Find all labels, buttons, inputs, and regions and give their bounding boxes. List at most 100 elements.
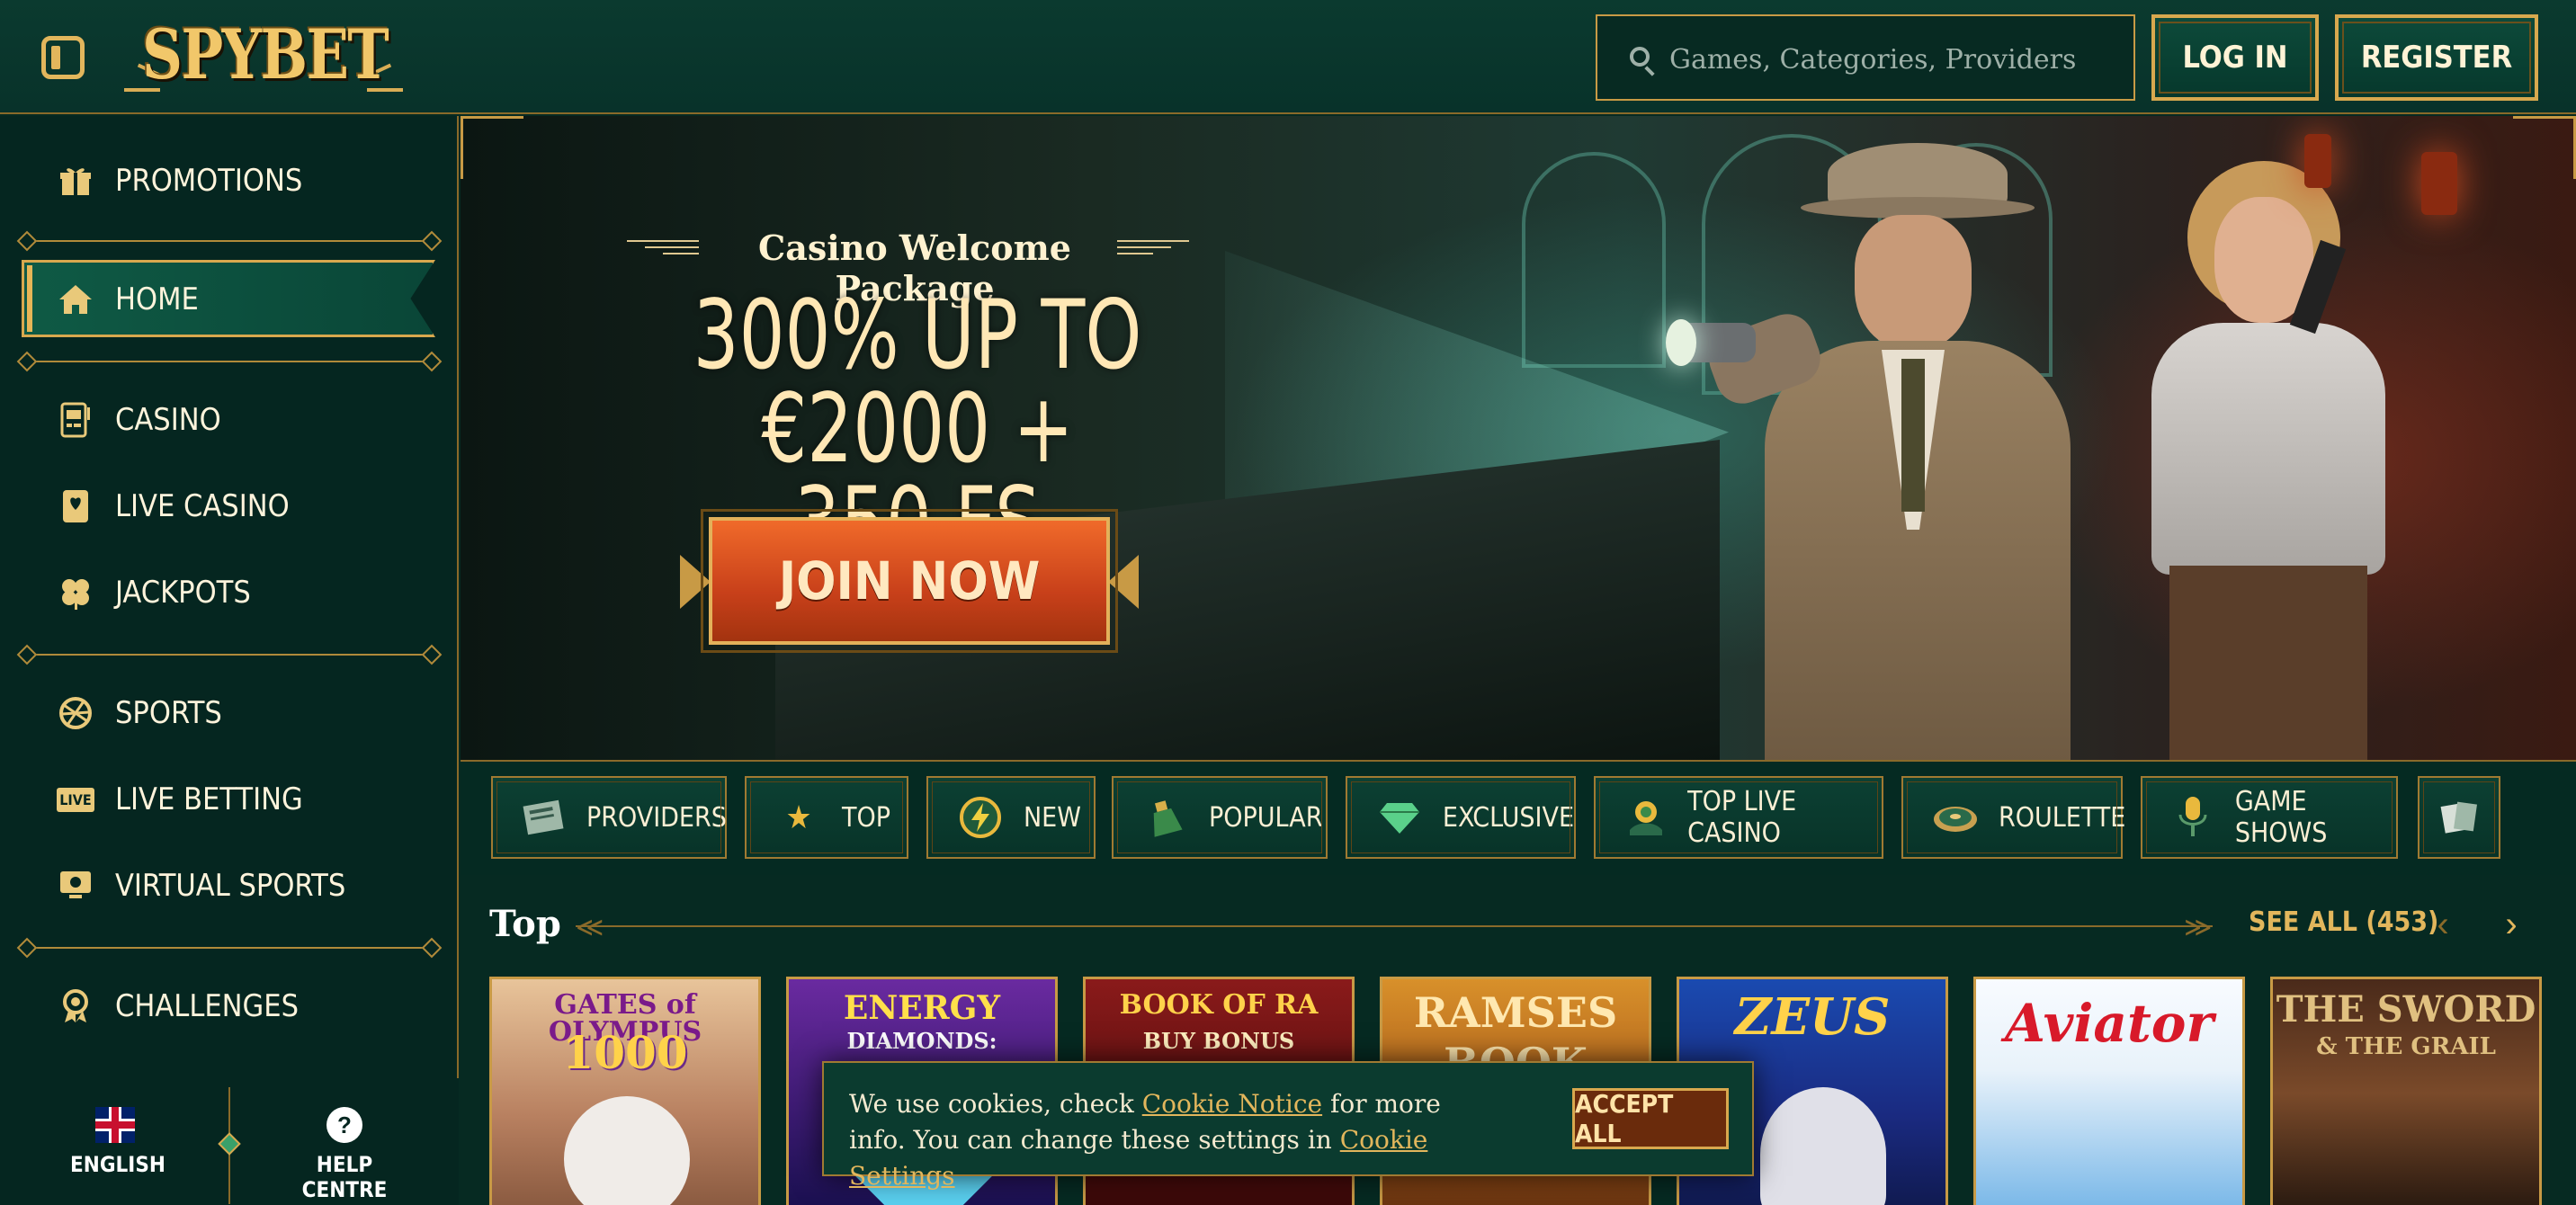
sidebar-item-sports[interactable]: SPORTS (58, 686, 222, 740)
badge-icon (58, 988, 94, 1024)
cookie-text-part: We use cookies, check (849, 1089, 1142, 1119)
lightning-icon (957, 794, 1004, 841)
category-roulette[interactable]: ROULETTE (1901, 776, 2125, 859)
help-label: HELP CENTRE (301, 1152, 388, 1202)
category-label: NEW (1024, 801, 1081, 834)
search-input[interactable] (1669, 34, 2119, 85)
sidebar-item-label: CHALLENGES (115, 988, 300, 1024)
corner-ornament (2513, 116, 2576, 179)
background-window (1522, 152, 1666, 368)
newspaper-icon (522, 794, 567, 841)
chip-hand-icon (1624, 794, 1668, 841)
category-bar: PROVIDERS ★ TOP NEW POPULAR EXCLUSIVE TO… (461, 763, 2576, 875)
sidebar-item-live-betting[interactable]: LIVE LIVE BETTING (57, 772, 303, 826)
category-label: POPULAR (1209, 801, 1323, 834)
sidebar-active-indicator (27, 265, 32, 332)
divider (25, 361, 434, 362)
subtitle-ornament-left (627, 240, 699, 258)
uk-flag-icon (95, 1107, 135, 1143)
category-label: EXCLUSIVE (1442, 801, 1574, 834)
game-title: ENERGY (843, 989, 1001, 1027)
sidebar-item-challenges[interactable]: CHALLENGES (58, 979, 299, 1033)
accept-all-button[interactable]: ACCEPT ALL (1572, 1088, 1729, 1149)
sidebar-item-label: PROMOTIONS (115, 163, 303, 199)
login-button[interactable]: LOG IN (2151, 14, 2319, 101)
game-title: ZEUS (1734, 987, 1891, 1047)
category-label: TOP LIVE CASINO (1687, 786, 1797, 849)
sidebar: PROMOTIONS HOME CASINO LIVE CASINO JACKP… (0, 116, 459, 1205)
hero-banner[interactable]: Casino Welcome Package 300% UP TO €2000 … (461, 116, 2576, 762)
sidebar-item-label: SPORTS (115, 695, 222, 731)
sidebar-item-label: HOME (115, 281, 199, 317)
category-popular[interactable]: POPULAR (1112, 776, 1328, 859)
game-subtitle: 1000 (562, 1026, 688, 1079)
clover-icon (58, 575, 94, 611)
divider (25, 654, 434, 656)
lamp-icon (2421, 152, 2457, 215)
star-icon: ★ (785, 799, 812, 836)
game-title: RAMSES (1413, 988, 1618, 1037)
category-top[interactable]: ★ TOP (745, 776, 908, 859)
cookie-notice-link[interactable]: Cookie Notice (1142, 1089, 1322, 1119)
gift-icon (58, 163, 94, 199)
gem-ornament-icon (218, 1132, 241, 1156)
section-title-top: Top (489, 903, 561, 945)
carousel-prev-icon[interactable]: ‹ (2427, 906, 2459, 942)
category-providers[interactable]: PROVIDERS (491, 776, 727, 859)
sidebar-item-home[interactable]: HOME (58, 272, 199, 326)
divider-arrow-right-icon: ≫ (2184, 913, 2213, 942)
sidebar-item-label: LIVE BETTING (115, 781, 303, 817)
game-tile[interactable]: Aviator (1973, 977, 2245, 1205)
search-box[interactable] (1596, 14, 2135, 101)
sidebar-item-live-casino[interactable]: LIVE CASINO (58, 479, 290, 533)
category-game-shows[interactable]: GAME SHOWS (2141, 776, 2398, 859)
search-icon (1630, 47, 1650, 67)
playing-card-icon (58, 488, 94, 524)
game-title: Aviator (2005, 993, 2214, 1054)
join-now-button[interactable]: JOIN NOW (701, 509, 1118, 653)
game-tile[interactable]: GATES of OLYMPUS 1000 (489, 977, 761, 1205)
sidebar-item-promotions[interactable]: PROMOTIONS (58, 154, 302, 208)
help-centre-link[interactable]: ? HELP CENTRE (286, 1107, 403, 1202)
live-icon: LIVE (57, 781, 94, 817)
language-label: ENGLISH (70, 1152, 165, 1177)
see-all-link[interactable]: SEE ALL (453) (2249, 906, 2438, 938)
section-divider (576, 925, 2213, 927)
virtual-screen-icon (58, 868, 94, 904)
sidebar-item-label: VIRTUAL SPORTS (115, 868, 346, 904)
live-badge: LIVE (57, 787, 94, 812)
divider-arrow-left-icon: ≪ (576, 913, 604, 942)
category-more[interactable] (2418, 776, 2500, 859)
game-subtitle: BUY BONUS (1142, 1028, 1295, 1054)
cookie-message: We use cookies, check Cookie Notice for … (849, 1086, 1479, 1194)
detective-woman-illustration (2124, 152, 2430, 760)
sidebar-item-label: JACKPOTS (115, 575, 251, 611)
zeus-illustration (1760, 1087, 1886, 1205)
hero-headline-line1: 300% UP TO €2000 + (693, 280, 1142, 484)
zeus-illustration (564, 1096, 690, 1205)
money-bag-icon (1142, 794, 1189, 841)
sidebar-item-virtual-sports[interactable]: VIRTUAL SPORTS (58, 859, 345, 913)
game-subtitle: & THE GRAIL (2316, 1033, 2496, 1060)
cookie-banner: We use cookies, check Cookie Notice for … (822, 1061, 1754, 1191)
sidebar-item-casino[interactable]: CASINO (58, 393, 221, 447)
microphone-icon (2171, 794, 2215, 841)
sidebar-item-label: CASINO (115, 402, 221, 438)
register-button[interactable]: REGISTER (2335, 14, 2538, 101)
divider (25, 947, 434, 949)
logo-text: SPYBET (142, 14, 389, 94)
diamond-icon (1376, 794, 1423, 841)
lamp-icon (2304, 134, 2331, 188)
carousel-next-icon[interactable]: › (2495, 906, 2527, 942)
logo[interactable]: SPYBET (124, 11, 405, 101)
category-top-live-casino[interactable]: TOP LIVE CASINO (1594, 776, 1883, 859)
subtitle-ornament-right (1117, 240, 1189, 258)
sidebar-item-jackpots[interactable]: JACKPOTS (58, 566, 251, 620)
category-exclusive[interactable]: EXCLUSIVE (1346, 776, 1576, 859)
sidebar-toggle-icon[interactable] (41, 36, 85, 79)
header: SPYBET LOG IN REGISTER (0, 0, 2576, 114)
game-tile[interactable]: THE SWORD & THE GRAIL (2270, 977, 2542, 1205)
language-selector[interactable]: ENGLISH (70, 1107, 165, 1177)
home-icon (58, 281, 94, 317)
category-new[interactable]: NEW (926, 776, 1096, 859)
